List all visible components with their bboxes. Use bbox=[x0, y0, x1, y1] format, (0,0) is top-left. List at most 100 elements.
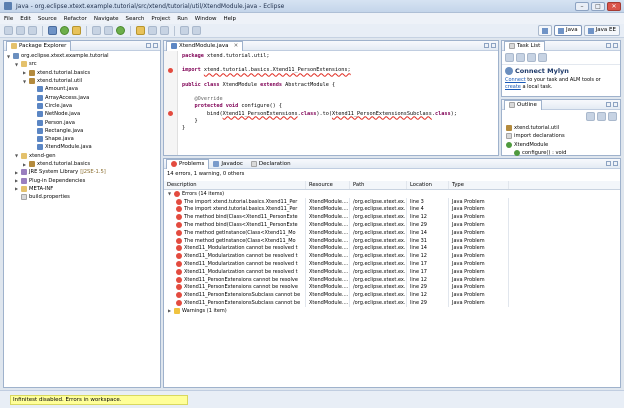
menu-source[interactable]: Source bbox=[38, 16, 57, 22]
maximize-view-icon[interactable] bbox=[153, 43, 158, 48]
table-row[interactable]: Xtend11_PersonExtensionsSubclass cannot … bbox=[164, 291, 620, 300]
collapse-icon[interactable]: ▼ bbox=[22, 79, 27, 84]
print-icon[interactable] bbox=[28, 26, 37, 35]
back-icon[interactable] bbox=[180, 26, 189, 35]
collapse-all-icon[interactable] bbox=[538, 53, 547, 62]
save-icon[interactable] bbox=[16, 26, 25, 35]
error-marker-icon[interactable] bbox=[168, 111, 173, 116]
collapse-icon[interactable]: ▼ bbox=[6, 54, 11, 59]
tree-item[interactable]: import declarations bbox=[502, 132, 620, 140]
open-perspective-button[interactable] bbox=[538, 25, 553, 36]
create-link[interactable]: create bbox=[505, 84, 521, 90]
table-row[interactable]: The import xtend.tutorial.basics.Xtend11… bbox=[164, 205, 620, 214]
tab-package-explorer[interactable]: Package Explorer bbox=[6, 40, 72, 51]
menu-project[interactable]: Project bbox=[151, 16, 170, 22]
tree-item[interactable]: Person.java bbox=[4, 118, 160, 126]
maximize-view-icon[interactable] bbox=[613, 102, 618, 107]
table-row[interactable]: Xtend11_Modularization cannot be resolve… bbox=[164, 260, 620, 268]
tree-item[interactable]: xtend.tutorial.util bbox=[502, 124, 620, 132]
menu-help[interactable]: Help bbox=[223, 16, 236, 22]
tree-item[interactable]: configure() : void bbox=[502, 149, 620, 157]
annotation-icon[interactable] bbox=[160, 26, 169, 35]
tab-xtendmodule[interactable]: XtendModule.java ✕ bbox=[166, 40, 244, 51]
minimize-view-icon[interactable] bbox=[606, 43, 611, 48]
minimize-view-icon[interactable] bbox=[146, 43, 151, 48]
table-row[interactable]: The import xtend.tutorial.basics.Xtend11… bbox=[164, 197, 620, 206]
new-class-icon[interactable] bbox=[116, 26, 125, 35]
table-row[interactable]: Xtend11_Modularization cannot be resolve… bbox=[164, 267, 620, 276]
tree-item[interactable]: ▶ Plug-in Dependencies bbox=[4, 176, 160, 184]
new-icon[interactable] bbox=[4, 26, 13, 35]
menu-refactor[interactable]: Refactor bbox=[64, 16, 87, 22]
collapse-icon[interactable]: ▼ bbox=[14, 62, 19, 67]
tree-item[interactable]: XtendModule.java bbox=[4, 143, 160, 151]
table-row[interactable]: Xtend11_Modularization cannot be resolve… bbox=[164, 244, 620, 253]
minimize-button[interactable]: – bbox=[575, 2, 589, 11]
table-row[interactable]: Xtend11_PersonExtensionsSubclass cannot … bbox=[164, 299, 620, 307]
table-row[interactable]: The method getInstance(Class<Xtend11_Mo X… bbox=[164, 228, 620, 237]
table-row[interactable]: Xtend11_PersonExtensions cannot be resol… bbox=[164, 283, 620, 292]
minimize-view-icon[interactable] bbox=[606, 161, 611, 166]
minimize-view-icon[interactable] bbox=[484, 43, 489, 48]
tree-item[interactable]: build.properties bbox=[4, 193, 160, 201]
close-button[interactable]: ✕ bbox=[607, 2, 621, 11]
tree-item[interactable]: Rectangle.java bbox=[4, 127, 160, 135]
table-row[interactable]: Xtend11_PersonExtensions cannot be resol… bbox=[164, 275, 620, 284]
expand-icon[interactable]: ▶ bbox=[14, 186, 19, 191]
open-type-icon[interactable] bbox=[136, 26, 145, 35]
tree-item[interactable]: ▶ xtend.tutorial.basics bbox=[4, 160, 160, 168]
column-description[interactable]: Description bbox=[164, 181, 306, 189]
hide-fields-icon[interactable] bbox=[597, 112, 606, 121]
tree-item[interactable]: Amount.java bbox=[4, 85, 160, 93]
tree-item[interactable]: ▶ xtend.tutorial.basics bbox=[4, 69, 160, 77]
menu-file[interactable]: File bbox=[4, 16, 13, 22]
menu-navigate[interactable]: Navigate bbox=[94, 16, 119, 22]
tree-item[interactable]: ▼ org.eclipse.xtext.example.tutorial bbox=[4, 52, 160, 60]
forward-icon[interactable] bbox=[192, 26, 201, 35]
new-task-icon[interactable] bbox=[505, 53, 514, 62]
code-area[interactable]: package xtend.tutorial.util; import xten… bbox=[182, 53, 457, 132]
tree-item[interactable]: ▼ src bbox=[4, 60, 160, 68]
tab-problems[interactable]: Problems bbox=[166, 158, 210, 169]
tab-javadoc[interactable]: Javadoc bbox=[209, 159, 247, 169]
tree-item[interactable]: ArrayAccess.java bbox=[4, 93, 160, 101]
perspective-javaee[interactable]: Java EE bbox=[583, 25, 620, 36]
errors-group-row[interactable]: ▼ Errors (14 items) bbox=[164, 190, 620, 198]
expand-icon[interactable]: ▶ bbox=[14, 170, 19, 175]
column-path[interactable]: Path bbox=[350, 181, 407, 189]
expand-icon[interactable]: ▶ bbox=[22, 162, 27, 167]
tree-item[interactable]: Shape.java bbox=[4, 135, 160, 143]
menu-edit[interactable]: Edit bbox=[20, 16, 31, 22]
table-row[interactable]: The method bind(Class<Xtend11_PersonExte… bbox=[164, 221, 620, 229]
tree-item[interactable]: XtendModule bbox=[502, 141, 620, 149]
new-package-icon[interactable] bbox=[104, 26, 113, 35]
table-row[interactable]: The method bind(Class<Xtend11_PersonExte… bbox=[164, 213, 620, 222]
tab-outline[interactable]: Outline bbox=[504, 99, 542, 110]
collapse-icon[interactable]: ▼ bbox=[14, 153, 19, 158]
connect-link[interactable]: Connect bbox=[505, 77, 526, 83]
menu-search[interactable]: Search bbox=[126, 16, 145, 22]
warnings-group-row[interactable]: ▶ Warnings (1 item) bbox=[164, 307, 620, 315]
tree-item[interactable]: Circle.java bbox=[4, 102, 160, 110]
perspective-java[interactable]: Java bbox=[554, 25, 582, 36]
debug-icon[interactable] bbox=[48, 26, 57, 35]
tree-item[interactable]: ▶ JRE System Library [J2SE-1.5] bbox=[4, 168, 160, 176]
close-tab-icon[interactable]: ✕ bbox=[234, 43, 239, 49]
expand-icon[interactable]: ▶ bbox=[167, 308, 172, 313]
run-icon[interactable] bbox=[60, 26, 69, 35]
expand-icon[interactable]: ▶ bbox=[22, 70, 27, 75]
collapse-icon[interactable]: ▼ bbox=[167, 191, 172, 196]
new-java-project-icon[interactable] bbox=[92, 26, 101, 35]
sort-icon[interactable] bbox=[586, 112, 595, 121]
hide-static-icon[interactable] bbox=[608, 112, 617, 121]
menu-run[interactable]: Run bbox=[177, 16, 188, 22]
table-row[interactable]: Xtend11_Modularization cannot be resolve… bbox=[164, 252, 620, 261]
external-tools-icon[interactable] bbox=[72, 26, 81, 35]
maximize-view-icon[interactable] bbox=[613, 43, 618, 48]
tree-item[interactable]: ▼ xtend.tutorial.util bbox=[4, 77, 160, 85]
maximize-view-icon[interactable] bbox=[491, 43, 496, 48]
filter-icon[interactable] bbox=[516, 53, 525, 62]
minimize-view-icon[interactable] bbox=[606, 102, 611, 107]
expand-icon[interactable]: ▶ bbox=[14, 178, 19, 183]
maximize-button[interactable]: □ bbox=[591, 2, 605, 11]
